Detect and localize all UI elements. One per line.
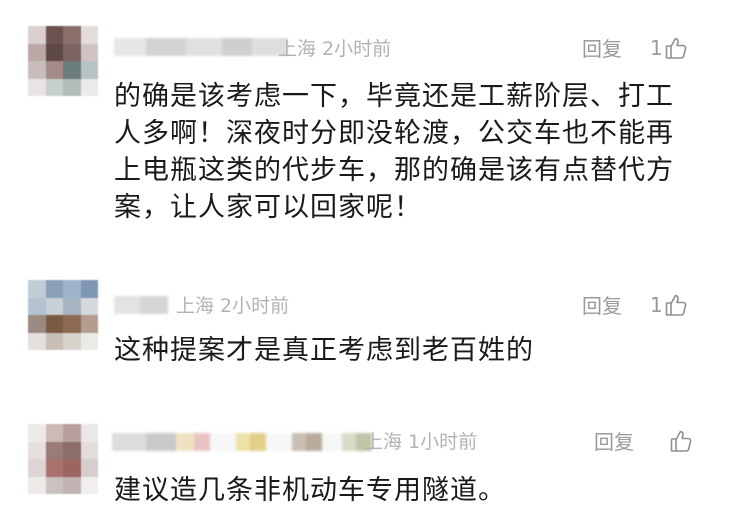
avatar[interactable] bbox=[28, 280, 98, 350]
comment-item: 上海 2小时前 回复 1 这种提案才是真正考虑到老百姓的 bbox=[0, 270, 729, 400]
avatar[interactable] bbox=[28, 424, 98, 494]
timestamp: 2小时前 bbox=[220, 295, 290, 317]
comment-meta: 上海 2小时前 bbox=[176, 294, 289, 318]
like-button[interactable]: 1 bbox=[650, 293, 687, 317]
like-button[interactable] bbox=[668, 429, 692, 453]
reply-button[interactable]: 回复 bbox=[582, 37, 622, 61]
thumbs-up-icon bbox=[665, 294, 687, 316]
reply-button[interactable]: 回复 bbox=[594, 430, 634, 454]
like-count: 1 bbox=[650, 36, 663, 60]
comment-text: 这种提案才是真正考虑到老百姓的 bbox=[114, 335, 534, 366]
reply-button[interactable]: 回复 bbox=[582, 294, 622, 318]
username-blurred[interactable] bbox=[114, 294, 168, 316]
avatar[interactable] bbox=[28, 26, 98, 96]
thumbs-up-icon bbox=[665, 37, 687, 59]
timestamp: 1小时前 bbox=[408, 431, 478, 453]
comment-item: 上海 2小时前 回复 1 的确是该考虑一下，毕竟还是工薪阶层、打工 人多啊！深夜时… bbox=[0, 0, 729, 260]
comment-item: 上海 1小时前 回复 建议造几条非机动车专用隧道。 bbox=[0, 410, 729, 529]
comment-meta: 上海 2小时前 bbox=[278, 37, 391, 61]
comment-meta: 上海 1小时前 bbox=[364, 430, 477, 454]
thumbs-up-icon bbox=[670, 430, 692, 452]
timestamp: 2小时前 bbox=[322, 38, 392, 60]
like-count: 1 bbox=[650, 293, 663, 317]
location-label: 上海 bbox=[278, 38, 317, 60]
username-blurred[interactable] bbox=[112, 431, 372, 453]
username-blurred[interactable] bbox=[114, 36, 288, 58]
location-label: 上海 bbox=[364, 431, 403, 453]
comment-text: 的确是该考虑一下，毕竟还是工薪阶层、打工 人多啊！深夜时分即没轮渡，公交车也不能… bbox=[114, 81, 674, 223]
like-button[interactable]: 1 bbox=[650, 36, 687, 60]
comment-text: 建议造几条非机动车专用隧道。 bbox=[114, 475, 506, 506]
location-label: 上海 bbox=[176, 295, 215, 317]
